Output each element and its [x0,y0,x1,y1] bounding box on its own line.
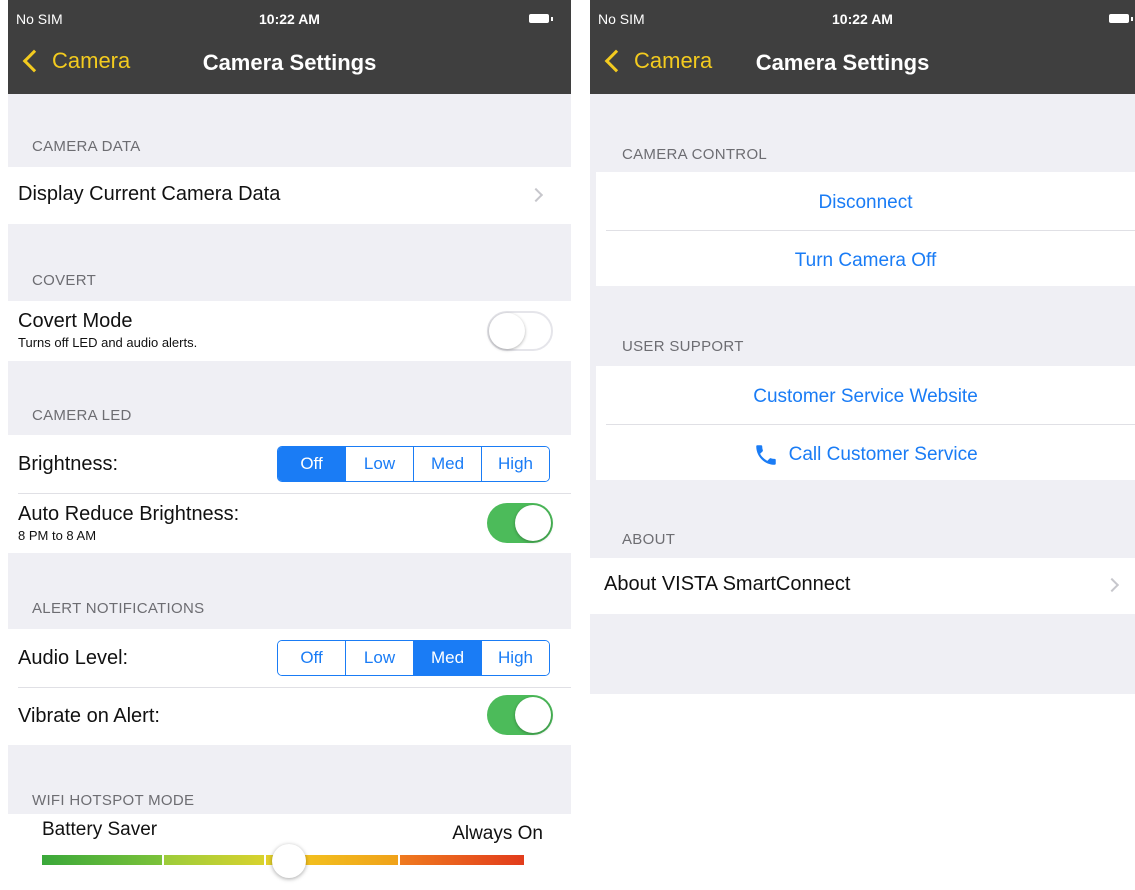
brightness-option-off[interactable]: Off [278,447,345,481]
section-header-about: ABOUT [622,531,676,548]
navigation-bar: No SIM 10:22 AM Camera Camera Settings [590,0,1135,94]
battery-icon [529,14,553,23]
section-header-user-support: USER SUPPORT [622,338,744,355]
section-header-camera-control: CAMERA CONTROL [622,146,768,163]
wifi-hotspot-slider-knob[interactable] [272,844,306,878]
covert-mode-label: Covert Mode [18,310,133,332]
toggle-knob [515,697,551,733]
chevron-right-icon [1104,577,1120,593]
track-segment [298,855,398,865]
track-segment [42,855,162,865]
page-title: Camera Settings [202,50,377,75]
status-bar: No SIM 10:22 AM [8,0,571,38]
audio-level-label: Audio Level: [18,647,129,669]
audio-option-low[interactable]: Low [345,641,413,675]
camera-control-group: Disconnect Turn Camera Off [596,172,1135,286]
clock-label: 10:22 AM [832,11,893,27]
track-segment [400,855,524,865]
covert-mode-row: Covert Mode Turns off LED and audio aler… [8,301,571,361]
always-on-label: Always On [452,823,543,844]
display-camera-data-row[interactable]: Display Current Camera Data [8,167,571,224]
brightness-segmented-control[interactable]: Off Low Med High [277,446,550,482]
track-segment [164,855,264,865]
brightness-option-high[interactable]: High [481,447,549,481]
divider [18,687,571,688]
battery-saver-label: Battery Saver [42,819,158,840]
audio-option-med[interactable]: Med [413,641,481,675]
toggle-knob [515,505,551,541]
page-title: Camera Settings [755,50,930,75]
alert-notifications-group: Audio Level: Off Low Med High Vibrate on… [8,629,571,745]
navigation-bar: No SIM 10:22 AM Camera Camera Settings [8,0,571,94]
vibrate-on-alert-toggle[interactable] [487,695,553,735]
about-vista-smartconnect-label: About VISTA SmartConnect [604,573,851,595]
brightness-label: Brightness: [18,453,119,475]
divider [18,493,571,494]
camera-settings-screen-right: No SIM 10:22 AM Camera Camera Settings C… [590,0,1135,890]
camera-led-group: Brightness: Off Low Med High Auto Reduce… [8,435,571,553]
divider [606,230,1135,231]
brightness-option-med[interactable]: Med [413,447,481,481]
clock-label: 10:22 AM [259,11,320,27]
auto-reduce-brightness-toggle[interactable] [487,503,553,543]
auto-reduce-brightness-description: 8 PM to 8 AM [18,528,97,543]
brightness-option-low[interactable]: Low [345,447,413,481]
covert-mode-toggle[interactable] [487,311,553,351]
turn-camera-off-button[interactable]: Turn Camera Off [596,250,1135,272]
divider [606,424,1135,425]
phone-icon [756,445,777,465]
auto-reduce-brightness-label: Auto Reduce Brightness: [18,503,240,525]
section-header-camera-led: CAMERA LED [32,407,132,424]
chevron-right-icon [528,187,544,203]
section-header-covert: COVERT [32,272,97,289]
covert-mode-description: Turns off LED and audio alerts. [18,335,198,350]
vibrate-on-alert-label: Vibrate on Alert: [18,705,160,727]
settings-list[interactable]: CAMERA CONTROL Disconnect Turn Camera Of… [590,94,1135,890]
battery-icon [1109,14,1133,23]
disconnect-button[interactable]: Disconnect [596,192,1135,214]
section-header-camera-data: CAMERA DATA [32,138,141,155]
about-row[interactable]: About VISTA SmartConnect [590,558,1135,614]
call-customer-service-label: Call Customer Service [788,444,978,466]
camera-settings-screen-left: No SIM 10:22 AM Camera Camera Settings C… [8,0,571,890]
section-header-alert-notifications: ALERT NOTIFICATIONS [32,600,205,617]
toggle-knob [489,313,525,349]
settings-list[interactable]: CAMERA DATA Display Current Camera Data … [8,94,571,890]
call-customer-service-button[interactable]: Call Customer Service [596,440,1135,470]
customer-service-website-link[interactable]: Customer Service Website [596,386,1135,408]
audio-option-off[interactable]: Off [278,641,345,675]
audio-option-high[interactable]: High [481,641,549,675]
audio-level-segmented-control[interactable]: Off Low Med High [277,640,550,676]
status-bar: No SIM 10:22 AM [590,0,1135,38]
section-header-wifi-hotspot: WIFI HOTSPOT MODE [32,792,195,809]
wifi-hotspot-mode-row: Battery Saver Always On [8,814,571,890]
display-camera-data-label: Display Current Camera Data [18,183,281,205]
user-support-group: Customer Service Website Call Customer S… [596,366,1135,480]
empty-list-area [590,694,1135,890]
